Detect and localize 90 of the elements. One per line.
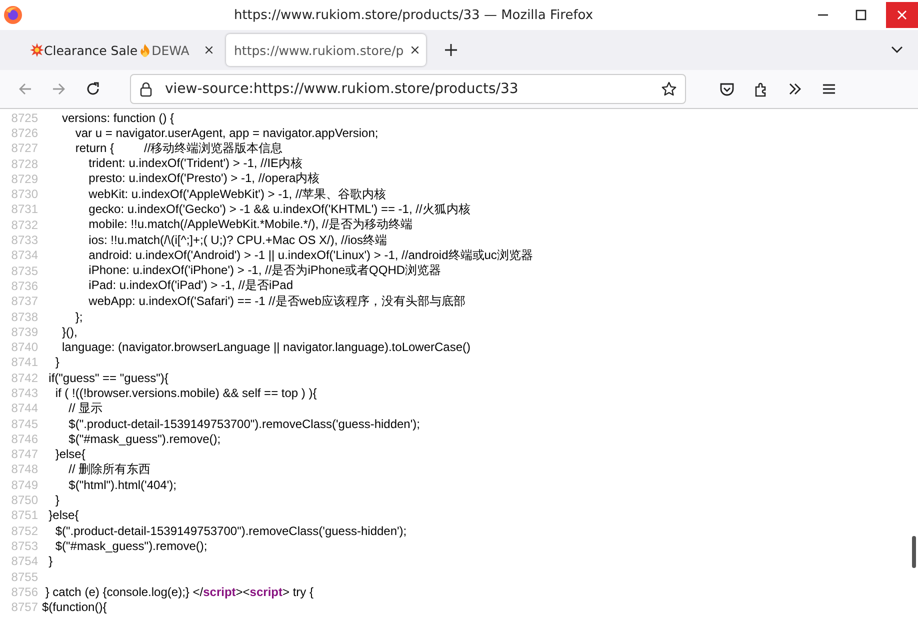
line-number: 8747 — [10, 447, 39, 462]
source-code-line: android: u.indexOf('Android') > -1 || u.indexOf('Linux') > -1, //android终端或uc浏览器 — [88, 246, 533, 264]
line-number: 8738 — [10, 310, 39, 324]
source-code-line: versions: function () { — [61, 110, 174, 125]
source-code-line: }(), — [61, 324, 78, 339]
tab[interactable]: https://www.rukiom.store/p — [226, 34, 426, 66]
line-number: 8734 — [10, 248, 39, 262]
source-code-line: $(".product-detail-1539149753700").removeClass('guess-hidden'); — [54, 524, 407, 538]
source-code-line: webKit: u.indexOf('AppleWebKit') > -1, //苹果、谷歌内核 — [88, 186, 386, 203]
browser-logo-icon — [3, 5, 23, 25]
line-number: 8752 — [10, 524, 39, 538]
source-code-line: }else{ — [54, 447, 86, 462]
back-icon[interactable] — [17, 81, 33, 97]
line-number: 8735 — [10, 264, 39, 278]
source-code-line: // 删除所有东西 — [68, 460, 151, 478]
source-code-line: }; — [74, 310, 83, 324]
close-tab-icon[interactable] — [204, 45, 214, 55]
fire-icon — [138, 43, 152, 57]
bookmark-star-icon[interactable] — [661, 81, 677, 97]
source-code-line: $(".product-detail-1539149753700").removeClass('guess-hidden'); — [68, 416, 420, 431]
source-code-line: mobile: !!u.match(/AppleWebKit.*Mobile.*/), //是否为移动终端 — [88, 216, 413, 234]
line-number: 8754 — [10, 554, 39, 568]
source-code-line: gecko: u.indexOf('Gecko') > -1 && u.indexOf('KHTML') == -1, //火狐内核 — [88, 200, 470, 218]
source-code-line: return { //移动终端浏览器版本信息 — [74, 140, 283, 157]
source-code-line: if("guess" == "guess"){ — [48, 370, 168, 385]
tab-title: https://www.rukiom.store/p — [234, 42, 404, 58]
line-number: 8739 — [10, 324, 39, 339]
close-tab-icon[interactable] — [410, 45, 420, 55]
tab[interactable]: Clearance Sale DEWA — [22, 34, 222, 66]
source-code-line: var u = navigator.userAgent, app = navigator.appVersion; — [74, 126, 378, 140]
line-number: 8726 — [10, 126, 39, 140]
address-bar[interactable]: view-source:https://www.rukiom.store/products/33 — [130, 74, 686, 104]
source-code-line: } — [54, 493, 60, 508]
lock-icon — [139, 81, 153, 97]
line-number: 8725 — [10, 110, 39, 125]
pocket-icon[interactable] — [719, 81, 735, 97]
explosion-icon — [30, 43, 44, 57]
source-code-line: } — [48, 554, 53, 568]
line-number: 8744 — [10, 401, 39, 416]
line-number: 8742 — [10, 370, 39, 385]
line-number: 8750 — [10, 493, 39, 508]
source-code-line: ios: !!u.match(/\(i[^;]+;( U;)? CPU.+Mac OS X/), //ios终端 — [88, 232, 388, 249]
line-number: 8727 — [10, 141, 39, 156]
forward-icon[interactable] — [51, 81, 67, 97]
line-number: 8749 — [10, 478, 39, 492]
line-number: 8745 — [10, 416, 39, 431]
source-code-line: $("html").html('404'); — [68, 478, 176, 492]
line-number: 8748 — [10, 462, 39, 476]
line-number: 8751 — [10, 508, 39, 522]
reload-icon[interactable] — [85, 81, 101, 97]
source-code-line: trident: u.indexOf('Trident') > -1, //IE内核 — [88, 155, 303, 172]
line-number: 8728 — [10, 156, 39, 171]
source-code-line: } — [54, 355, 60, 370]
line-number: 8730 — [10, 187, 39, 202]
maximize-icon[interactable] — [855, 9, 867, 21]
line-number: 8737 — [10, 294, 39, 308]
line-number: 8733 — [10, 233, 39, 248]
source-code-line: language: (navigator.browserLanguage || navigator.language).toLowerCase() — [61, 340, 471, 354]
new-tab-icon[interactable] — [444, 43, 458, 57]
line-number: 8756 — [10, 584, 39, 599]
line-number: 8732 — [10, 218, 39, 232]
tab-title: DEWA — [152, 42, 190, 58]
url-text: view-source:https://www.rukiom.store/products/33 — [165, 81, 520, 97]
line-number: 8753 — [10, 538, 39, 553]
source-code-line: webApp: u.indexOf('Safari') == -1 //是否web应该程序，没有头部与底部 — [88, 292, 466, 310]
source-code-line: iPhone: u.indexOf('iPhone') > -1, //是否为iPhone或者QQHD浏览器 — [88, 262, 442, 280]
source-code-line: } catch (e) {console.log(e);} </script><script> try { — [44, 584, 314, 599]
window-title: https://www.rukiom.store/products/33 — Mozilla Firefox — [232, 8, 594, 22]
tab-title: Clearance Sale — [44, 42, 138, 58]
line-number: 8736 — [10, 278, 39, 293]
line-number: 8729 — [10, 172, 39, 186]
overflow-chevrons-icon[interactable] — [787, 81, 803, 97]
source-code-line: if ( !((!browser.versions.mobile) && self == top ) ){ — [54, 386, 317, 400]
line-number: 8743 — [10, 386, 39, 400]
source-code-line: }else{ — [48, 508, 79, 522]
line-number: 8741 — [10, 355, 39, 370]
scrollbar-thumb[interactable] — [912, 536, 916, 568]
source-code-line: $(function(){ — [42, 600, 107, 614]
source-code-line: iPad: u.indexOf('iPad') > -1, //是否iPad — [88, 277, 294, 294]
line-number: 8757 — [10, 600, 39, 614]
source-code-line: $("#mask_guess").remove(); — [68, 432, 221, 446]
close-icon — [896, 9, 908, 21]
source-code-line: $("#mask_guess").remove(); — [54, 538, 208, 553]
source-code-line: // 显示 — [68, 400, 103, 417]
source-code-line: presto: u.indexOf('Presto') > -1, //opera内核 — [88, 170, 320, 188]
line-number: 8755 — [10, 570, 39, 584]
close-button[interactable] — [886, 2, 918, 28]
line-number: 8746 — [10, 432, 39, 446]
line-number: 8740 — [10, 340, 39, 354]
line-number: 8731 — [10, 202, 39, 216]
